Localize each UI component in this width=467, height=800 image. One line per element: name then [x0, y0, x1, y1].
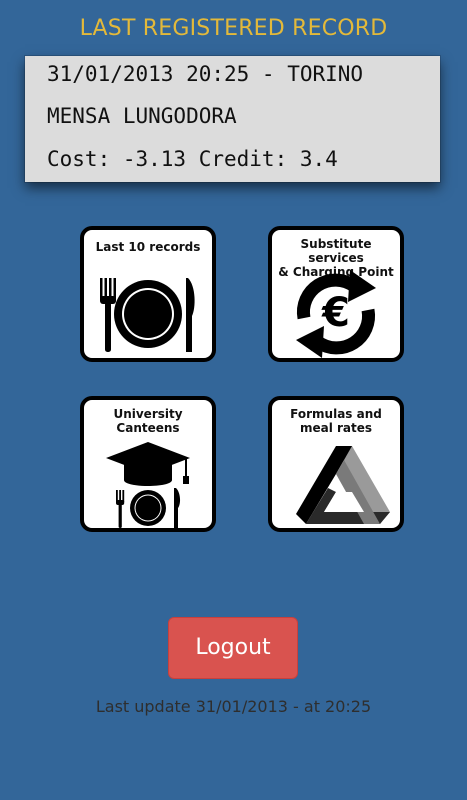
record-datetime-location: 31/01/2013 20:25 - TORINO — [47, 62, 364, 86]
record-canteen-name: MENSA LUNGODORA — [47, 104, 237, 128]
last-update-text: Last update 31/01/2013 - at 20:25 — [95, 697, 372, 716]
tile-label: Formulas and meal rates — [290, 407, 382, 435]
impossible-triangle-icon — [296, 446, 390, 524]
logout-button[interactable]: Logout — [168, 617, 298, 679]
last-10-records-button[interactable]: Last 10 records — [80, 226, 216, 362]
plate-cutlery-icon — [100, 278, 195, 352]
university-canteens-button[interactable]: University Canteens — [80, 396, 216, 532]
record-cost-credit: Cost: -3.13 Credit: 3.4 — [47, 147, 338, 171]
graduation-cap-plate-icon — [106, 442, 190, 528]
svg-text:€: € — [321, 290, 350, 336]
euro-recharge-icon: € — [296, 270, 376, 358]
last-record-panel: 31/01/2013 20:25 - TORINO MENSA LUNGODOR… — [25, 56, 440, 182]
formulas-meal-rates-button[interactable]: Formulas and meal rates — [268, 396, 404, 532]
page-title: LAST REGISTERED RECORD — [79, 16, 388, 41]
substitute-services-button[interactable]: Substitute services & Charging Point € — [268, 226, 404, 362]
tile-label: Last 10 records — [95, 240, 201, 254]
tile-label: University Canteens — [113, 407, 183, 435]
